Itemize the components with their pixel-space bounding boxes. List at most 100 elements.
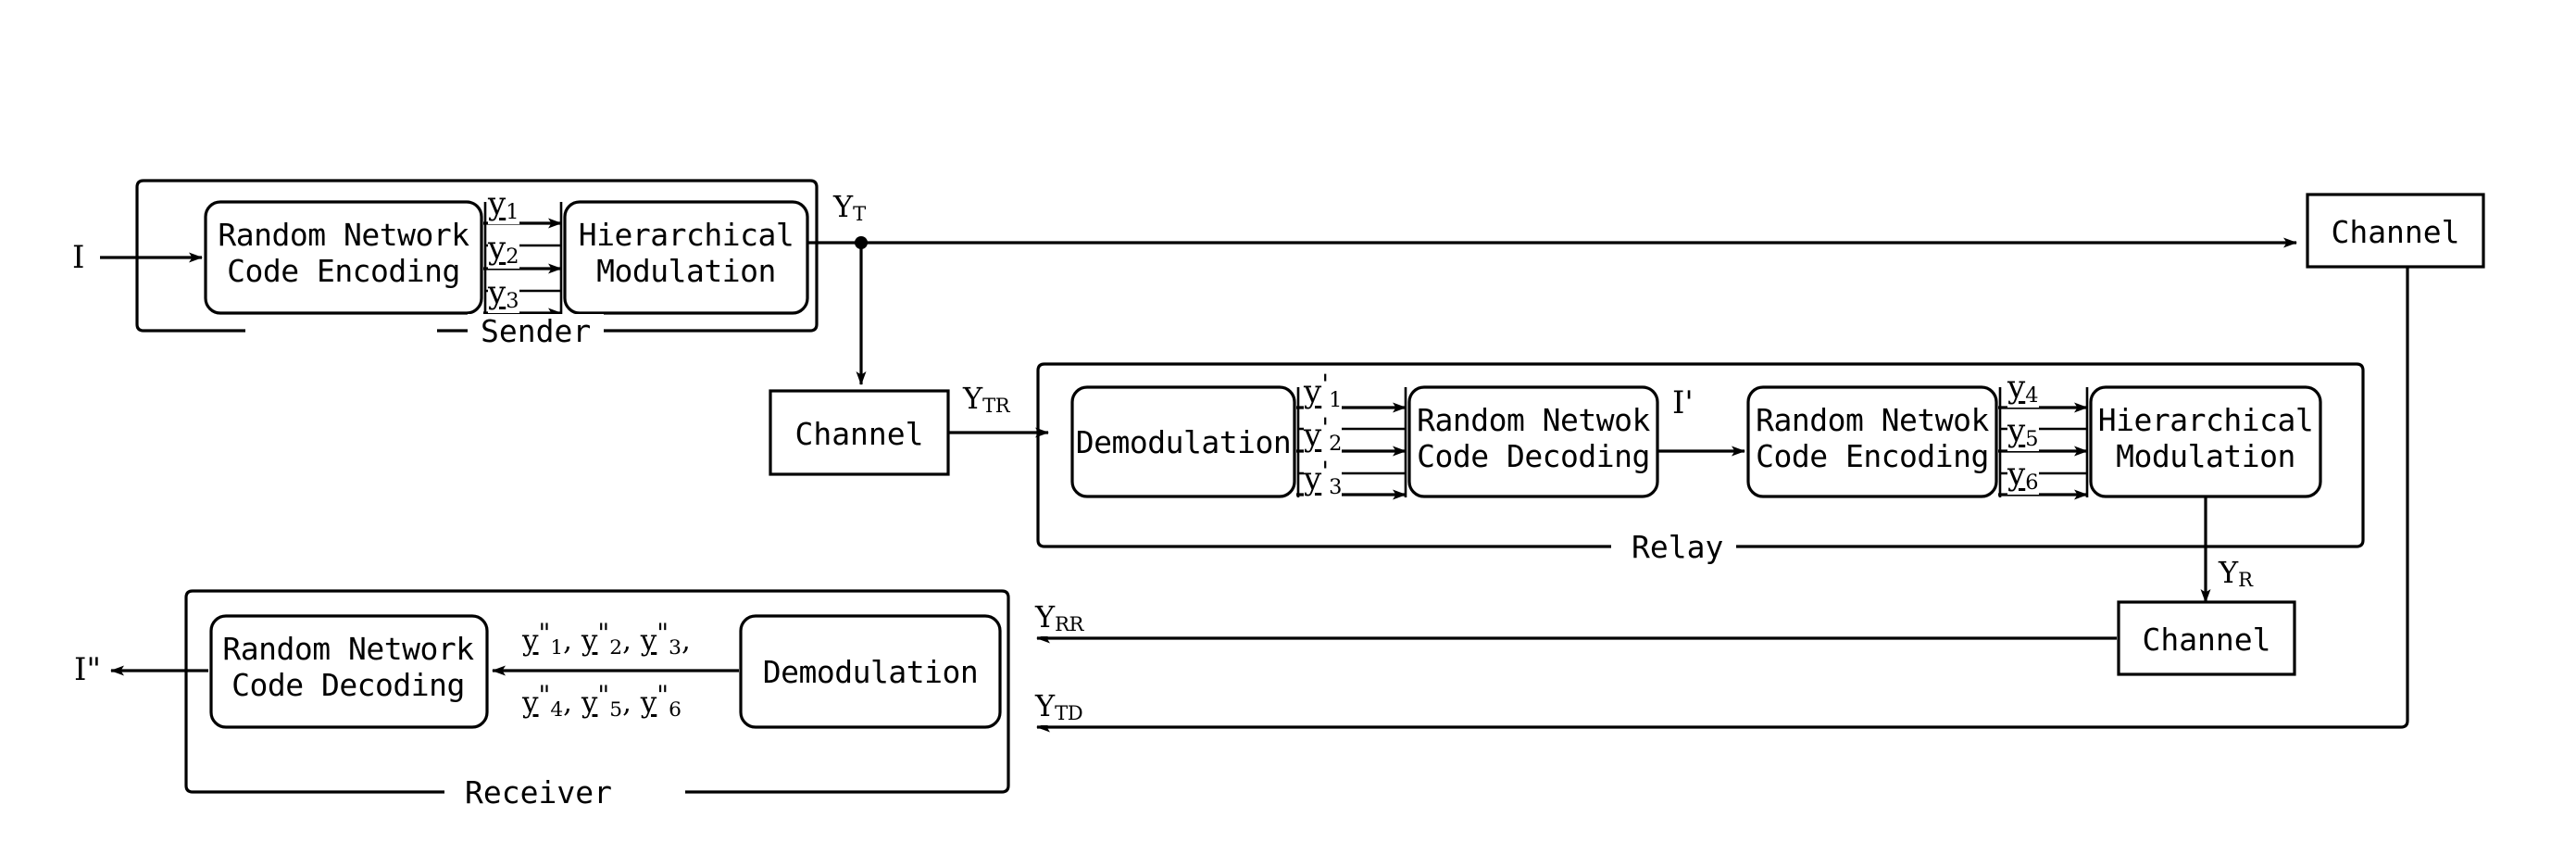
relay-encoder-line2: Code Encoding	[1756, 437, 1989, 474]
sig-sub: 6	[669, 698, 682, 722]
diagram-canvas: I Random Network Code Encoding Hierarchi…	[0, 0, 2576, 867]
receiver-demodulator-label: Demodulation	[762, 654, 979, 690]
sig-base: y	[2007, 369, 2026, 406]
sig-sub: 3	[669, 636, 682, 660]
sig-comma: ,	[681, 623, 691, 658]
sender-group-label: Sender	[468, 313, 605, 350]
sig-sub: 1	[550, 636, 564, 660]
relay-modulator-line2: Modulation	[2116, 437, 2295, 474]
relay-encoder-label: Random Netwok Code Encoding	[1746, 402, 1998, 475]
relay-decoder-line1: Random Netwok	[1417, 402, 1650, 438]
yr-base: Y	[2219, 555, 2239, 590]
sig-sub: 1	[506, 199, 519, 224]
receiver-signal-row-bottom: y"4, y"5, y"6	[520, 680, 683, 722]
receiver-decoder-line1: Random Network	[222, 631, 474, 667]
sig-sub: 5	[609, 698, 623, 722]
output-terminal-I2: I"	[74, 651, 102, 688]
yr-sub: R	[2238, 568, 2253, 592]
ytd-label: YTD	[1035, 688, 1083, 726]
relay-demod-signal-3: y'3	[1304, 456, 1343, 500]
relay-demod-signal-2: y'2	[1304, 412, 1343, 457]
sig-prime: '	[1321, 412, 1330, 444]
sig-base: y	[1304, 373, 1322, 411]
sig-base: y	[640, 685, 657, 720]
relay-modulator-line1: Hierarchical	[2097, 402, 2314, 438]
relay-encoder-signal-5: y5	[2007, 412, 2039, 452]
sig-sub: 3	[1329, 475, 1343, 500]
receiver-decoder-label: Random Network Code Decoding	[209, 631, 487, 704]
ytd-base: Y	[1035, 688, 1056, 723]
sig-prime: "	[597, 680, 610, 710]
input-terminal-I: I	[72, 239, 85, 276]
sig-prime: '	[1321, 369, 1330, 400]
relay-encoder-line1: Random Netwok	[1756, 402, 1989, 438]
ytd-sub: TD	[1055, 701, 1083, 725]
sig-prime: '	[1321, 456, 1330, 487]
sig-comma: ,	[563, 685, 581, 720]
sender-signal-label-1: y1	[488, 185, 519, 225]
sig-base: y	[2007, 456, 2026, 493]
sig-base: y	[488, 230, 506, 267]
sig-base: y	[640, 623, 657, 658]
sender-signal-label-2: y2	[488, 230, 519, 270]
channel-sender-dest-label: Channel	[2331, 214, 2460, 250]
sig-comma: ,	[622, 685, 641, 720]
sig-base: y	[488, 274, 506, 311]
channel-relay-dest-label: Channel	[2142, 622, 2271, 658]
relay-decoder-line2: Code Decoding	[1417, 437, 1650, 474]
yrr-base: Y	[1035, 599, 1056, 635]
yt-label: YT	[833, 189, 866, 227]
relay-demodulator-label: Demodulation	[1075, 424, 1292, 460]
ytr-sub: TR	[982, 394, 1010, 418]
yrr-label: YRR	[1035, 599, 1083, 637]
sig-base: y	[522, 685, 539, 720]
relay-demod-signal-1: y'1	[1304, 369, 1343, 413]
relay-encoder-signal-6: y6	[2007, 456, 2039, 496]
sig-comma: ,	[563, 623, 581, 658]
relay-encoder-signal-4: y4	[2007, 369, 2039, 408]
sig-sub: 6	[2025, 470, 2039, 495]
sig-sub: 4	[550, 698, 564, 722]
ytr-base: Y	[963, 381, 983, 416]
relay-iprime-label: I'	[1672, 384, 1694, 421]
receiver-group-label: Receiver	[452, 774, 625, 811]
sig-base: y	[1304, 460, 1322, 498]
sig-base: y	[2007, 412, 2026, 449]
sig-prime: "	[538, 618, 551, 648]
yrr-sub: RR	[1055, 612, 1083, 636]
channel-sender-relay-label: Channel	[794, 416, 924, 452]
receiver-decoder-line2: Code Decoding	[231, 666, 465, 703]
sig-prime: "	[538, 680, 551, 710]
sender-encoder-line2: Code Encoding	[227, 252, 460, 289]
sig-sub: 2	[506, 244, 519, 269]
sender-modulator-label: Hierarchical Modulation	[567, 217, 806, 290]
sig-base: y	[522, 623, 539, 658]
sender-encoder-line1: Random Network	[218, 217, 469, 253]
sender-modulator-line2: Modulation	[596, 252, 776, 289]
sig-comma: ,	[622, 623, 641, 658]
sig-base: y	[488, 185, 506, 222]
relay-modulator-label: Hierarchical Modulation	[2091, 402, 2320, 475]
sig-prime: "	[597, 618, 610, 648]
yt-sub: T	[853, 202, 866, 226]
sig-sub: 3	[506, 288, 519, 313]
relay-group-label: Relay	[1619, 529, 1737, 566]
yr-label: YR	[2219, 555, 2253, 593]
sender-encoder-label: Random Network Code Encoding	[211, 217, 476, 290]
ytr-label: YTR	[963, 381, 1010, 419]
sig-base: y	[1304, 417, 1322, 455]
sig-sub: 1	[1329, 388, 1343, 413]
receiver-signal-row-top: y"1, y"2, y"3,	[520, 618, 693, 660]
sig-sub: 2	[1329, 432, 1343, 457]
sig-prime: "	[657, 680, 669, 710]
sig-sub: 2	[609, 636, 623, 660]
yt-base: Y	[833, 189, 854, 224]
sig-sub: 4	[2025, 383, 2039, 408]
sig-base: y	[581, 685, 598, 720]
sig-prime: "	[657, 618, 669, 648]
sender-modulator-line1: Hierarchical	[578, 217, 794, 253]
sig-base: y	[581, 623, 598, 658]
relay-decoder-label: Random Netwok Code Decoding	[1407, 402, 1659, 475]
sender-signal-label-3: y3	[488, 274, 519, 314]
sig-sub: 5	[2025, 426, 2039, 451]
